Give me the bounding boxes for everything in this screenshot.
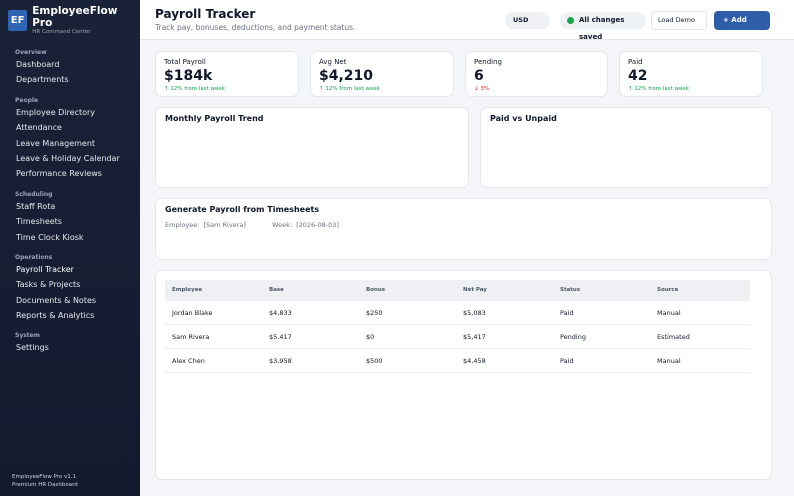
top-bar: Payroll Tracker Track pay, bonuses, dedu… — [140, 0, 794, 41]
sidebar-item-leave-management[interactable]: Leave Management — [0, 136, 140, 151]
stat-label: Avg Net — [319, 58, 347, 66]
cell-base: $5,417 — [269, 333, 292, 341]
sidebar-item-tasks-projects[interactable]: Tasks & Projects — [0, 277, 140, 292]
cell-net-pay: $5,417 — [463, 333, 486, 341]
column-header[interactable]: Source — [657, 280, 678, 301]
tagline-text: Premium HR Dashboard — [12, 482, 78, 488]
nav-section-title: Scheduling — [15, 190, 53, 198]
stat-card-paid: Paid 42 ↑ 12% from last week — [619, 51, 763, 97]
save-status-badge: All changes saved — [560, 12, 646, 41]
generate-payroll-card: Generate Payroll from Timesheets Employe… — [155, 198, 772, 260]
brand-name: EmployeeFlow Pro — [32, 4, 118, 29]
stat-delta: ↑ 12% from last week — [319, 86, 380, 92]
sidebar-item-staff-rota[interactable]: Staff Rota — [0, 199, 140, 214]
table-row[interactable]: Alex Chen $3,958 $500 $4,458 Paid Manual — [165, 349, 750, 373]
brand[interactable]: EF EmployeeFlow Pro HR Command Center — [0, 0, 140, 40]
cell-employee: Sam Rivera — [172, 333, 210, 341]
status-dot-icon — [567, 17, 574, 24]
sidebar-footer: EmployeeFlow Pro v1.1 Premium HR Dashboa… — [12, 473, 78, 489]
nav-section-title: Overview — [15, 49, 47, 56]
column-header[interactable]: Bonus — [366, 280, 385, 301]
stat-label: Paid — [628, 58, 643, 66]
sidebar-item-departments[interactable]: Departments — [0, 72, 140, 87]
cell-source: Estimated — [657, 333, 690, 341]
save-status-text: All changes saved — [579, 16, 625, 41]
cell-status: Paid — [560, 357, 574, 365]
column-header[interactable]: Status — [560, 280, 580, 301]
cell-status: Pending — [560, 333, 586, 341]
cell-net-pay: $5,083 — [463, 309, 486, 317]
cell-employee: Alex Chen — [172, 357, 205, 365]
paid-vs-unpaid-card: Paid vs Unpaid — [480, 107, 772, 188]
stat-label: Pending — [474, 58, 502, 66]
stat-card-pending: Pending 6 ↓ 3% — [465, 51, 608, 97]
brand-subtitle: HR Command Center — [32, 28, 91, 35]
employee-label: Employee: — [165, 221, 200, 229]
table-row[interactable]: Jordan Blake $4,833 $250 $5,083 Paid Man… — [165, 301, 750, 325]
sidebar-item-time-clock-kiosk[interactable]: Time Clock Kiosk — [0, 230, 140, 245]
card-title: Monthly Payroll Trend — [165, 114, 264, 123]
stat-card-avg-net: Avg Net $4,210 ↑ 12% from last week — [310, 51, 454, 97]
stat-value: $4,210 — [319, 68, 374, 84]
column-header[interactable]: Net Pay — [463, 280, 487, 301]
main-content: Payroll Tracker Track pay, bonuses, dedu… — [140, 0, 794, 496]
sidebar-item-timesheets[interactable]: Timesheets — [0, 214, 140, 229]
page-title: Payroll Tracker — [155, 7, 256, 21]
sidebar-item-leave-holiday-calendar[interactable]: Leave & Holiday Calendar — [0, 151, 140, 166]
cell-employee: Jordan Blake — [172, 309, 213, 317]
sidebar-item-reports-analytics[interactable]: Reports & Analytics — [0, 308, 140, 323]
currency-select[interactable]: USD — [505, 12, 550, 29]
cell-base: $4,833 — [269, 309, 292, 317]
week-input[interactable]: [2026-08-03] — [296, 221, 339, 229]
stat-value: 42 — [628, 68, 648, 84]
sidebar-item-settings[interactable]: Settings — [0, 340, 140, 355]
sidebar-item-documents-notes[interactable]: Documents & Notes — [0, 293, 140, 308]
column-header[interactable]: Employee — [172, 280, 202, 301]
add-button[interactable]: + Add — [714, 11, 770, 30]
stat-value: $184k — [164, 68, 213, 84]
brand-logo: EF — [8, 9, 28, 31]
cell-base: $3,958 — [269, 357, 292, 365]
cell-status: Paid — [560, 309, 574, 317]
load-demo-button[interactable]: Load Demo — [651, 11, 707, 30]
sidebar-item-dashboard[interactable]: Dashboard — [0, 57, 140, 72]
stat-value: 6 — [474, 68, 484, 84]
table-row[interactable]: Sam Rivera $5,417 $0 $5,417 Pending Esti… — [165, 325, 750, 349]
cell-bonus: $0 — [366, 333, 375, 341]
cell-net-pay: $4,458 — [463, 357, 486, 365]
cell-bonus: $250 — [366, 309, 383, 317]
nav-section-title: People — [15, 96, 39, 104]
table-header: Employee Base Bonus Net Pay Status Sourc… — [165, 280, 750, 301]
cell-source: Manual — [657, 357, 681, 365]
nav-section-title: Operations — [15, 253, 53, 261]
monthly-payroll-trend-card: Monthly Payroll Trend — [155, 107, 469, 188]
sidebar-item-employee-directory[interactable]: Employee Directory — [0, 105, 140, 120]
cell-source: Manual — [657, 309, 681, 317]
version-text: EmployeeFlow Pro v1.1 — [12, 474, 77, 480]
stat-delta: ↑ 12% from last week — [628, 86, 689, 92]
payroll-table-card: Employee Base Bonus Net Pay Status Sourc… — [155, 270, 772, 480]
sidebar-nav: Overview Dashboard Departments People Employ… — [0, 49, 140, 356]
generate-form-row: Employee: [Sam Rivera] Week: [2026-08-03… — [165, 221, 341, 229]
sidebar-item-payroll-tracker[interactable]: Payroll Tracker — [0, 262, 140, 277]
card-title: Generate Payroll from Timesheets — [165, 205, 320, 214]
card-title: Paid vs Unpaid — [490, 114, 557, 123]
stat-label: Total Payroll — [164, 58, 206, 66]
stat-delta: ↑ 12% from last week — [164, 86, 225, 92]
stat-delta: ↓ 3% — [474, 86, 490, 92]
stat-card-total-payroll: Total Payroll $184k ↑ 12% from last week — [155, 51, 299, 97]
week-label: Week: — [272, 221, 293, 229]
sidebar-item-performance-reviews[interactable]: Performance Reviews — [0, 166, 140, 181]
nav-section-title: System — [15, 332, 40, 340]
sidebar-item-attendance[interactable]: Attendance — [0, 120, 140, 135]
sidebar: EF EmployeeFlow Pro HR Command Center Ov… — [0, 0, 140, 496]
column-header[interactable]: Base — [269, 280, 284, 301]
cell-bonus: $500 — [366, 357, 383, 365]
page-subtitle: Track pay, bonuses, deductions, and paym… — [155, 23, 356, 32]
employee-select[interactable]: [Sam Rivera] — [203, 221, 245, 229]
